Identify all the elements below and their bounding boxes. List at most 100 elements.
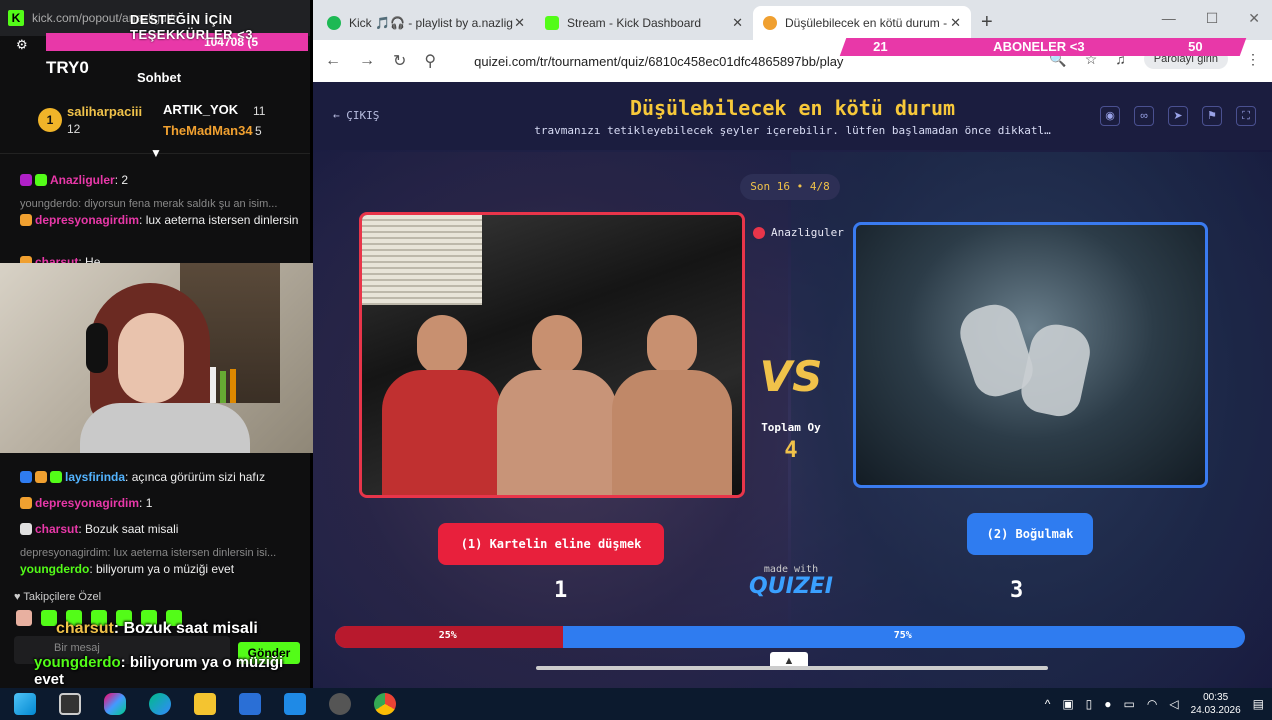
close-icon[interactable]: ✕ xyxy=(950,15,961,31)
clock[interactable]: 00:35 24.03.2026 xyxy=(1191,691,1241,717)
outlook-icon[interactable] xyxy=(284,693,306,715)
quizei-logo[interactable]: QUIZEI xyxy=(746,574,836,599)
maximize-icon[interactable]: ☐ xyxy=(1206,10,1219,27)
chat-message: laysfirinda: açınca görürüm sizi hafız xyxy=(20,469,305,485)
sub-goal-target: 50 xyxy=(1188,39,1203,54)
leader-first-name[interactable]: saliharpaciii xyxy=(67,104,142,119)
spotify-icon xyxy=(327,16,341,30)
eye-icon[interactable]: ◉ xyxy=(1100,106,1120,126)
option-left-image[interactable] xyxy=(359,212,745,498)
emote-icon[interactable] xyxy=(41,610,57,626)
emote-icon[interactable] xyxy=(16,610,32,626)
volume-icon[interactable]: ◁ xyxy=(1169,697,1178,711)
result-right-label: 75% xyxy=(893,630,912,641)
leader-first-count: 12 xyxy=(67,122,81,136)
clock-time: 00:35 xyxy=(1203,692,1229,703)
sub-badge-icon xyxy=(35,174,47,186)
taskbar: ^ ▣ ▯ ● ▭ ◠ ◁ 00:35 24.03.2026 ▤ xyxy=(0,688,1272,720)
chat-text: : 1 xyxy=(139,496,153,510)
tab-kick-dashboard[interactable]: Stream - Kick Dashboard ✕ xyxy=(535,6,753,40)
option-left-button[interactable]: (1) Kartelin eline düşmek xyxy=(438,523,664,565)
channel-name: TRY0 xyxy=(46,58,89,77)
leader-third-name[interactable]: TheMadMan34 xyxy=(163,123,253,138)
quizei-icon xyxy=(763,16,777,30)
follower-note-text: Takipçilere Özel xyxy=(23,591,102,603)
cat-badge-icon xyxy=(20,497,32,509)
goal-banner: DESTEĞİN İÇİN TEŞEKKÜRLER <3 xyxy=(130,12,253,42)
task-view-icon[interactable] xyxy=(59,693,81,715)
horizontal-scrollbar[interactable] xyxy=(536,666,1048,670)
windows-start-icon[interactable] xyxy=(14,693,36,715)
mic-badge-icon xyxy=(20,174,32,186)
follower-only-note: ♥ Takipçilere Özel xyxy=(14,589,299,605)
site-info-icon[interactable]: ⚲ xyxy=(424,51,436,71)
quiz-toolbar: ◉ ∞ ➤ ⚑ ⛶ xyxy=(1100,106,1256,126)
notifications-icon[interactable]: ▤ xyxy=(1253,697,1264,711)
voter-tag: Anazliguler xyxy=(753,226,844,239)
reload-icon[interactable]: ↻ xyxy=(393,51,406,71)
browser-window: Kick 🎵🎧 - playlist by a.nazlig ✕ Stream … xyxy=(313,0,1272,688)
chat-message: Anazliguler: 2 xyxy=(20,172,305,188)
option-right-button[interactable]: (2) Boğulmak xyxy=(967,513,1093,555)
microphone-icon[interactable]: ● xyxy=(1104,697,1111,711)
chat-message: youngderdo: biliyorum ya o müziği evet xyxy=(20,561,305,577)
overlay-username: youngderdo xyxy=(34,654,121,671)
collapse-chevron-icon[interactable]: ▼ xyxy=(150,146,162,160)
heart-icon: ♥ xyxy=(14,591,24,603)
chat-message: depresyonagirdim: lux aeterna istersen d… xyxy=(20,212,305,228)
sub-goal-current: 21 xyxy=(873,39,888,54)
store-icon[interactable] xyxy=(239,693,261,715)
link-icon[interactable]: ∞ xyxy=(1134,106,1154,126)
forward-icon[interactable]: → xyxy=(359,52,375,70)
meet-icon[interactable]: ▣ xyxy=(1062,697,1073,711)
cat-badge-icon xyxy=(20,214,32,226)
flag-icon[interactable]: ⚑ xyxy=(1202,106,1222,126)
quiz-header: ← ÇIKIŞ Düşülebilecek en kötü durum trav… xyxy=(313,82,1272,150)
chat-reply-preview: depresyonagirdim: lux aeterna istersen d… xyxy=(20,547,277,559)
sub-goal-label: ABONELER <3 xyxy=(993,39,1085,54)
chat-username[interactable]: charsut xyxy=(35,522,78,536)
close-window-icon[interactable]: ✕ xyxy=(1248,10,1260,27)
menu-kebab-icon[interactable]: ⋮ xyxy=(1246,51,1260,68)
minimize-icon[interactable]: — xyxy=(1162,10,1176,27)
close-icon[interactable]: ✕ xyxy=(514,15,525,31)
chat-text: : Bozuk saat misali xyxy=(78,522,179,536)
tab-playlist[interactable]: Kick 🎵🎧 - playlist by a.nazlig ✕ xyxy=(317,6,535,40)
back-icon[interactable]: ← xyxy=(325,52,341,70)
chat-username[interactable]: depresyonagirdim xyxy=(35,213,139,227)
leader-second-name[interactable]: ARTIK_YOK xyxy=(163,102,238,117)
tab-label: Stream - Kick Dashboard xyxy=(567,16,702,30)
chat-username[interactable]: Anazliguler xyxy=(50,173,115,187)
system-tray: ^ ▣ ▯ ● ▭ ◠ ◁ 00:35 24.03.2026 ▤ xyxy=(1045,688,1264,720)
wifi-icon[interactable]: ◠ xyxy=(1147,697,1157,711)
option-right-image[interactable] xyxy=(853,222,1208,488)
battery-icon[interactable]: ▭ xyxy=(1124,697,1135,711)
voter-name: Anazliguler xyxy=(771,226,844,239)
close-icon[interactable]: ✕ xyxy=(732,15,743,31)
chat-username[interactable]: depresyonagirdim xyxy=(35,496,139,510)
option-left-votes: 1 xyxy=(554,578,568,603)
tab-quiz[interactable]: Düşülebilecek en kötü durum - ✕ xyxy=(753,6,971,40)
share-icon[interactable]: ➤ xyxy=(1168,106,1188,126)
fullscreen-icon[interactable]: ⛶ xyxy=(1236,106,1256,126)
url-field[interactable]: quizei.com/tr/tournament/quiz/6810c458ec… xyxy=(474,54,843,69)
chat-username[interactable]: laysfirinda xyxy=(65,470,125,484)
chrome-icon[interactable] xyxy=(374,693,396,715)
chat-text: : biliyorum ya o müziği evet xyxy=(89,562,235,576)
copilot-icon[interactable] xyxy=(104,693,126,715)
settings-icon[interactable]: ⚙ xyxy=(16,37,28,53)
vs-badge: VS xyxy=(759,352,823,401)
sub-badge-icon xyxy=(50,471,62,483)
file-explorer-icon[interactable] xyxy=(194,693,216,715)
edge-icon[interactable] xyxy=(149,693,171,715)
chat-text: : açınca görürüm sizi hafız xyxy=(125,470,266,484)
new-tab-icon[interactable]: + xyxy=(981,11,993,34)
obs-icon[interactable] xyxy=(329,693,351,715)
overlay-username: charsut xyxy=(56,620,114,637)
phone-icon[interactable]: ▯ xyxy=(1086,697,1093,711)
tray-chevron-icon[interactable]: ^ xyxy=(1045,697,1051,711)
chat-reply-preview: youngderdo: diyorsun fena merak saldık ş… xyxy=(20,198,278,210)
chat-username[interactable]: youngderdo xyxy=(20,562,89,576)
rank-medal-icon: 1 xyxy=(38,108,62,132)
tab-label: Kick 🎵🎧 - playlist by a.nazlig xyxy=(349,16,513,30)
